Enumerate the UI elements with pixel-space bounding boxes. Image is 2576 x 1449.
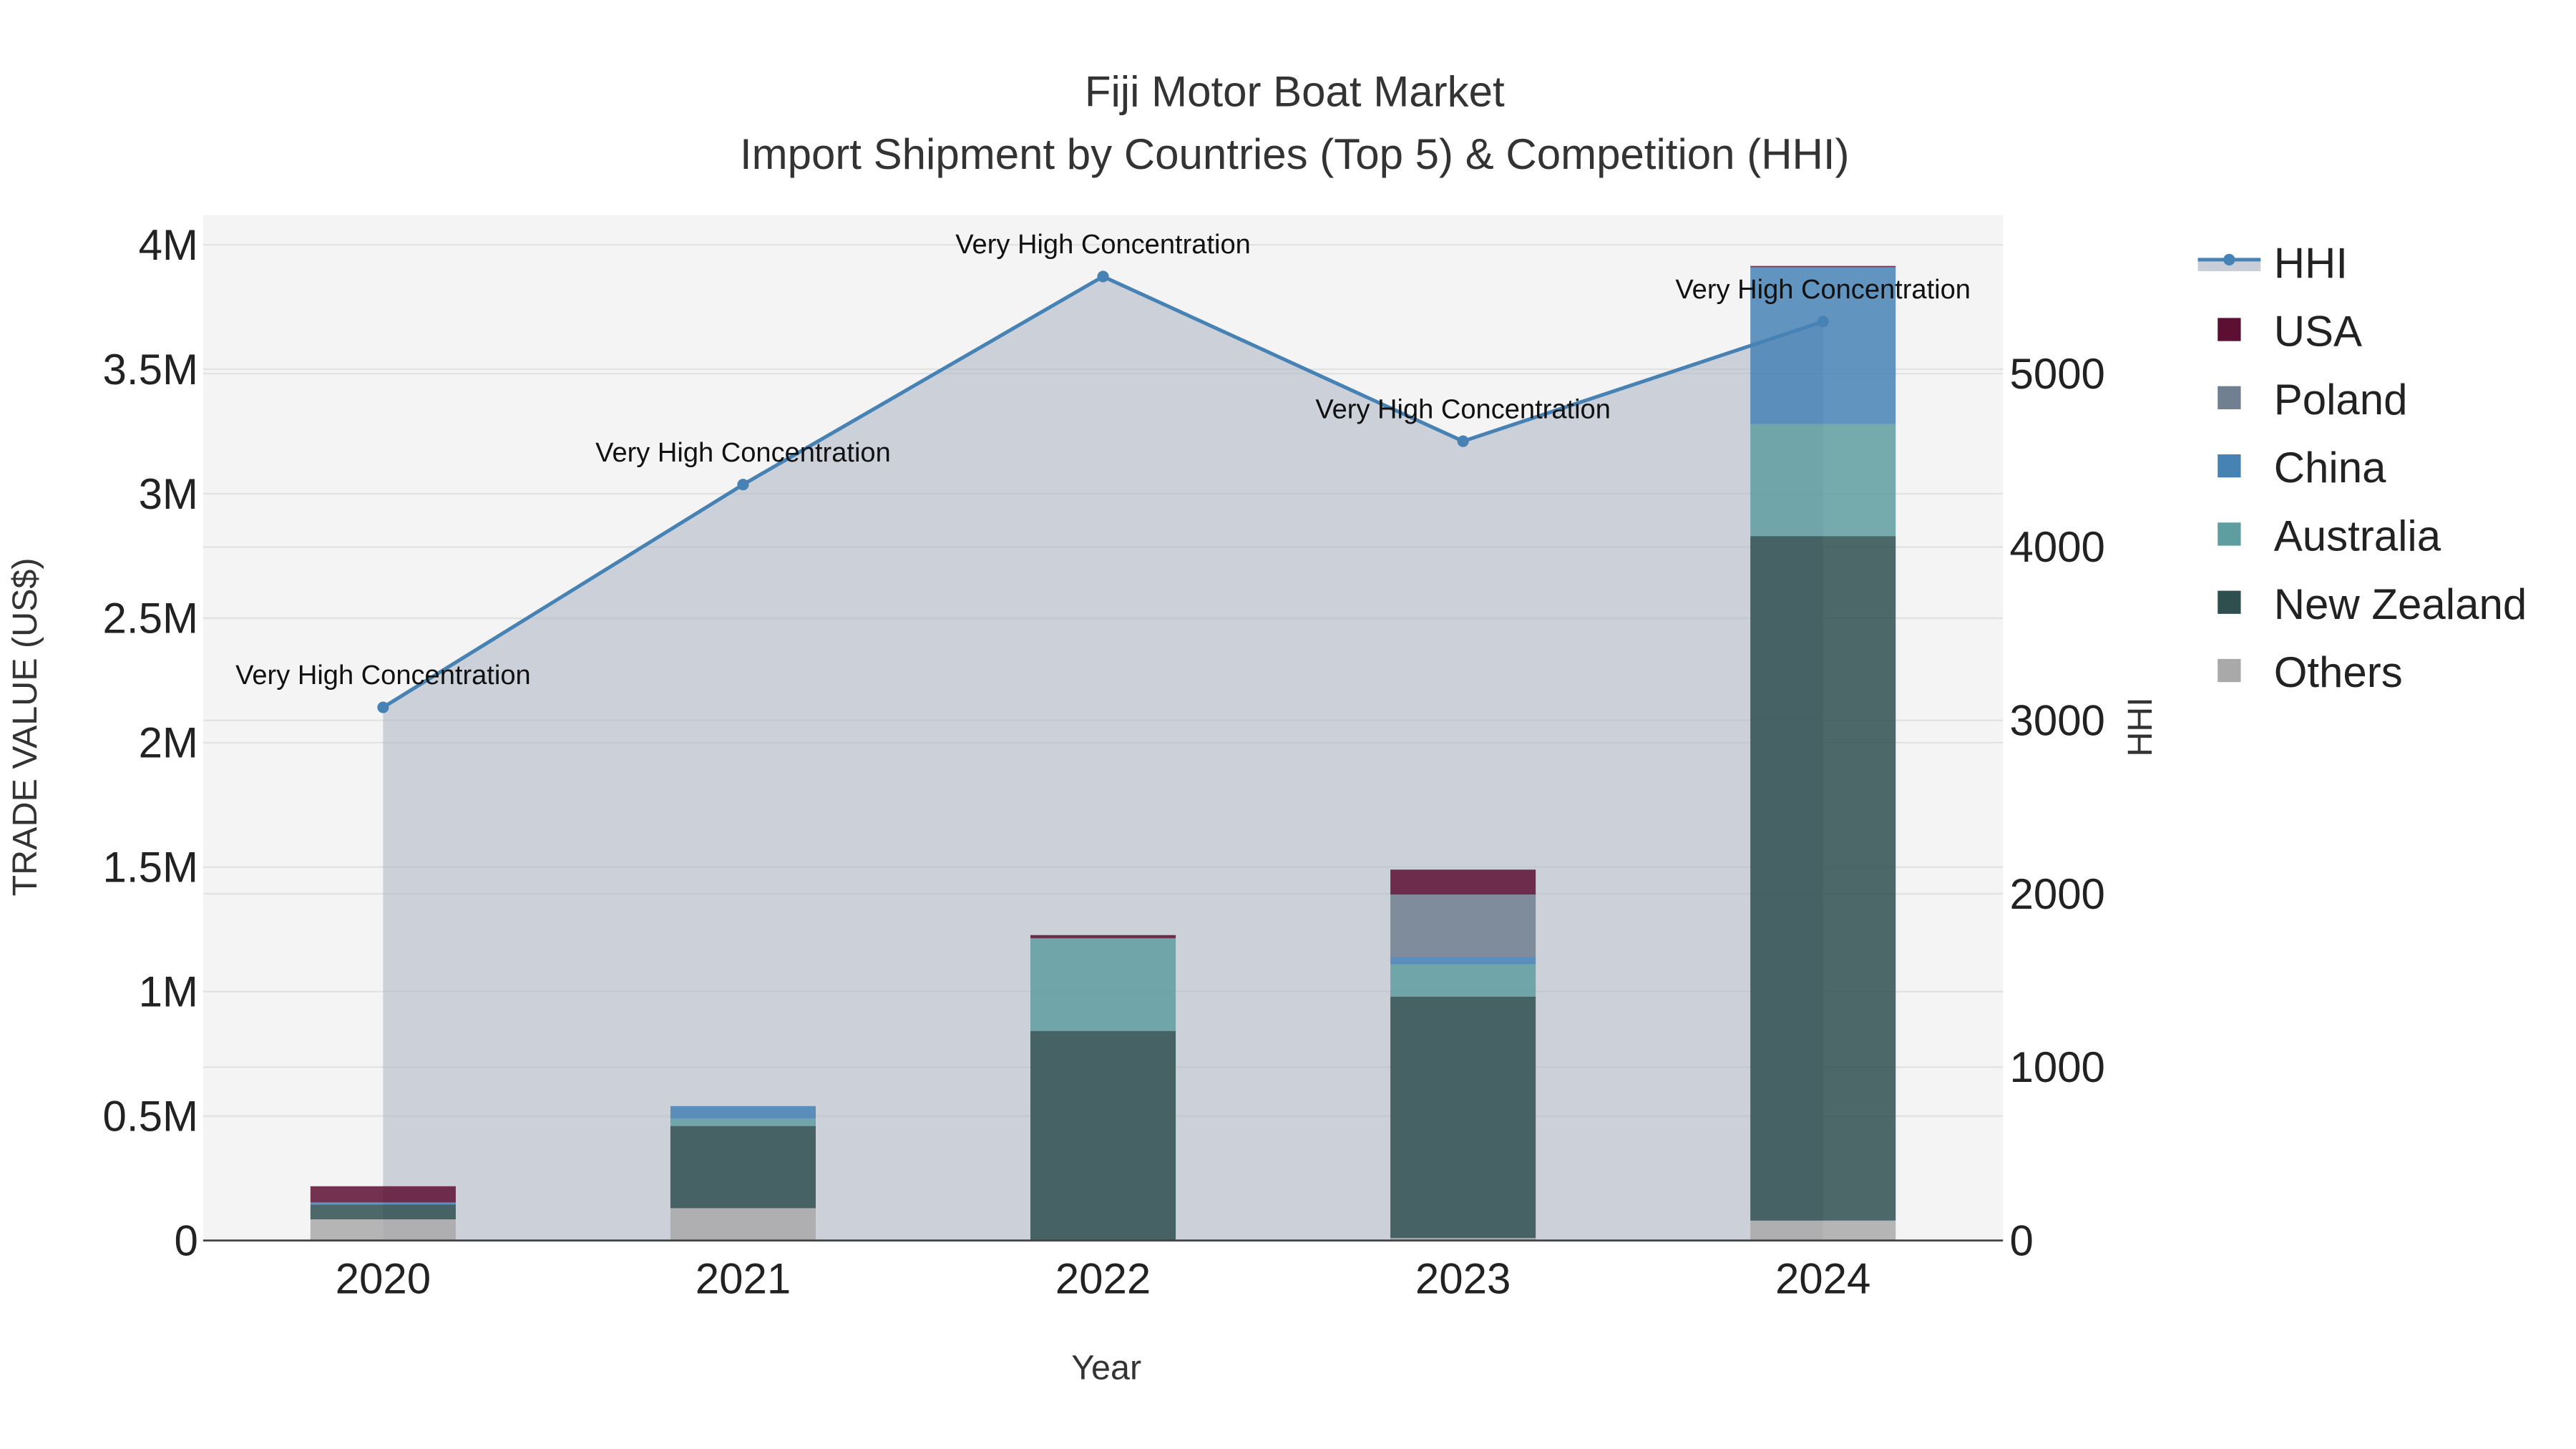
y-tick-label: 1M [139,968,198,1016]
x-tick-label: 2020 [336,1255,431,1303]
legend-swatch-new-zealand [2218,590,2241,614]
legend-label-hhi: HHI [2274,239,2348,287]
y-tick-label: 1.5M [103,844,198,892]
y-tick-label: 3M [139,470,198,518]
hhi-annotation: Very High Concentration [235,660,531,691]
bar-china-2022 [1030,937,1176,940]
bar-china-2021 [670,1106,816,1119]
bar-others-2020 [310,1219,456,1241]
legend-label-australia: Australia [2274,512,2441,560]
y2-tick-label: 5000 [2009,350,2104,398]
legend-label-new-zealand: New Zealand [2274,580,2527,628]
hhi-point-2022 [1097,270,1109,283]
hhi-annotation: Very High Concentration [1675,275,1971,305]
legend-swatch-others [2218,658,2241,683]
bar-others-2021 [670,1208,816,1241]
legend-label-china: China [2274,444,2386,492]
bar-australia-2022 [1030,939,1176,1031]
bar-poland-2023 [1390,894,1536,957]
y2-axis-ticks: 0 1000 2000 3000 4000 5000 [2009,350,2104,1265]
bar-new-zealand-2020 [310,1204,456,1220]
hhi-point-2020 [377,701,389,713]
x-tick-label: 2023 [1415,1255,1511,1303]
bar-usa-2023 [1390,869,1536,895]
y-tick-label: 2.5M [103,595,198,643]
hhi-point-2021 [737,479,749,491]
y-axis-label: TRADE VALUE (US$) [6,557,44,896]
y2-tick-label: 4000 [2009,523,2104,571]
hhi-annotation: Very High Concentration [595,438,891,468]
y2-tick-label: 1000 [2009,1043,2104,1091]
legend: HHI USA Poland China Australia New Zealand Oth… [2197,239,2527,696]
bar-usa-2022 [1030,935,1176,938]
x-axis-ticks: 2020 2021 2022 2023 2024 [336,1255,1871,1303]
hhi-point-2023 [1457,435,1469,447]
bar-australia-2023 [1390,964,1536,997]
bar-china-2023 [1390,957,1536,965]
y-tick-label: 4M [139,221,198,269]
y2-tick-label: 0 [2009,1216,2033,1264]
bar-china-2020 [310,1202,456,1205]
legend-label-others: Others [2274,648,2403,696]
bar-new-zealand-2024 [1750,536,1896,1221]
bar-usa-2020 [310,1186,456,1203]
y2-tick-label: 3000 [2009,697,2104,745]
legend-swatch-china [2218,454,2241,478]
legend-swatch-usa [2218,318,2241,341]
y-tick-label: 0 [175,1216,198,1264]
x-tick-label: 2024 [1775,1255,1870,1303]
x-tick-label: 2022 [1055,1255,1151,1303]
legend-label-usa: USA [2274,308,2362,356]
x-tick-label: 2021 [696,1255,791,1303]
legend-hhi-marker-icon [2223,253,2235,265]
hhi-point-2024 [1817,316,1829,328]
legend-swatch-poland [2218,386,2241,409]
bar-australia-2021 [670,1118,816,1126]
bar-usa-2024 [1750,265,1896,268]
bar-new-zealand-2022 [1030,1030,1176,1240]
hhi-annotation: Very High Concentration [955,230,1251,260]
y-tick-label: 2M [139,719,198,767]
hhi-annotation: Very High Concentration [1315,394,1611,424]
y-tick-label: 0.5M [103,1092,198,1140]
legend-swatch-australia [2218,522,2241,546]
x-axis-label: Year [1071,1349,1141,1387]
y2-tick-label: 2000 [2009,870,2104,918]
y-axis-ticks: 0 0.5M 1M 1.5M 2M 2.5M 3M 3.5M 4M [103,221,198,1265]
legend-label-poland: Poland [2274,376,2408,424]
bar-others-2024 [1750,1220,1896,1241]
y-tick-label: 3.5M [103,346,198,394]
y2-axis-label: HHI [2121,697,2160,756]
chart-title: Fiji Motor Boat Market [1085,67,1505,115]
chart: 0 0.5M 1M 1.5M 2M 2.5M 3M 3.5M 4M 0 1000 2000 3000 4… [6,67,2527,1387]
bar-australia-2024 [1750,424,1896,537]
bar-new-zealand-2021 [670,1126,816,1209]
chart-subtitle: Import Shipment by Countries (Top 5) & C… [740,130,1850,178]
bar-new-zealand-2023 [1390,996,1536,1239]
